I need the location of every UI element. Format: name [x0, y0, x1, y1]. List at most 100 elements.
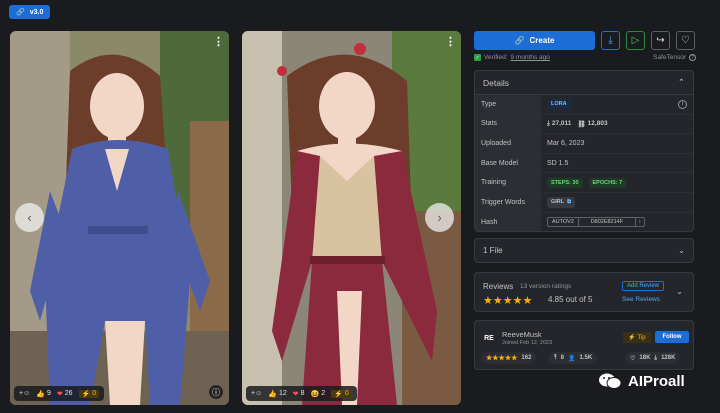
download-count-value: 27,011 [551, 120, 572, 128]
next-image-button[interactable]: › [425, 203, 454, 232]
detail-label: Uploaded [475, 134, 541, 153]
details-section: Details ⌃ Type LORA i Stats ⤓ 27,011 ⛓ 12,… [474, 70, 694, 232]
detail-label: Trigger Words [475, 192, 541, 212]
heart-count: 8 [300, 390, 305, 397]
bolt-icon: ⚡ [81, 390, 91, 398]
chevron-up-icon: ⌃ [677, 77, 685, 87]
link-icon: ⛓ [577, 120, 586, 128]
thumbs-up-icon: 👍 [36, 390, 45, 398]
like-reaction[interactable]: 👍 9 [36, 390, 51, 398]
chevron-down-icon: ⌄ [678, 246, 685, 255]
hash-selector[interactable]: AUTOV2 D802E8214F › [547, 217, 645, 228]
heart-reaction[interactable]: ❤ 8 [293, 390, 305, 398]
follow-button[interactable]: Follow [655, 331, 689, 343]
detail-label: Type [475, 95, 541, 114]
see-reviews-link[interactable]: See Reviews [622, 296, 660, 303]
user-icon: 👤 [568, 355, 576, 362]
laugh-reaction[interactable]: 😆 2 [311, 390, 326, 398]
detail-row-stats: Stats ⤓ 27,011 ⛓ 12,803 [475, 114, 693, 135]
verified-time-link[interactable]: 9 months ago [511, 54, 550, 61]
reaction-bar: +☺ 👍 9 ❤ 26 ⚡ 0 [14, 386, 105, 401]
detail-row-base-model: Base Model SD 1.5 [475, 153, 693, 174]
like-reaction[interactable]: 👍 12 [268, 390, 287, 398]
creator-stats-1: ⤒ 8 👤 1.5K [549, 352, 598, 364]
trigger-word-badge[interactable]: GIRL ⧉ [547, 196, 576, 208]
upload-icon: ⤒ [554, 354, 557, 361]
like-count: 12 [278, 390, 287, 397]
details-header[interactable]: Details ⌃ [475, 71, 693, 95]
generation-count: ⛓ 12,803 [577, 120, 607, 128]
wechat-icon [599, 373, 622, 389]
epochs-badge: EPOCHS: 7 [588, 177, 627, 188]
reviews-title: Reviews [483, 282, 514, 291]
creator-name[interactable]: ReeveMusk [502, 330, 542, 339]
image-info-icon[interactable]: ⓘ [209, 385, 223, 399]
safetensor-indicator: SafeTensor ? [653, 54, 696, 61]
add-review-button[interactable]: Add Review [622, 281, 665, 291]
chevron-down-icon[interactable]: ⌄ [676, 287, 683, 296]
create-label: Create [529, 36, 555, 45]
creator-rating: ★★★★★ 162 [481, 352, 537, 364]
laugh-icon: 😆 [310, 390, 320, 398]
detail-label: Hash [475, 212, 541, 231]
more-options-icon[interactable]: ⋮ [445, 35, 456, 48]
link-icon: 🔗 [16, 9, 25, 16]
verified-label: Verified: [484, 54, 508, 61]
download-icon: ⤓ [608, 35, 613, 46]
detail-row-trigger: Trigger Words GIRL ⧉ [475, 192, 693, 213]
thumbs-up-icon: 👍 [268, 390, 277, 398]
base-model-value: SD 1.5 [547, 159, 569, 167]
detail-label: Stats [475, 114, 541, 134]
run-button[interactable]: ▷ [626, 31, 645, 50]
version-badge[interactable]: 🔗 v3.0 [9, 5, 51, 19]
safetensor-label: SafeTensor [653, 54, 686, 61]
heart-icon: ❤ [292, 390, 299, 398]
add-reaction-button[interactable]: +☺ [251, 390, 262, 397]
share-icon: ↪ [656, 35, 665, 46]
uploaded-date: Mar 6, 2023 [547, 139, 585, 147]
trigger-word: GIRL [551, 199, 565, 206]
download-icon: ⤓ [547, 119, 550, 127]
favorites-count: 18K [639, 355, 651, 361]
detail-row-uploaded: Uploaded Mar 6, 2023 [475, 134, 693, 154]
heart-icon: ❤ [56, 390, 63, 398]
favorite-button[interactable]: ♡ [676, 31, 695, 50]
buzz-reaction[interactable]: ⚡ 0 [331, 389, 352, 398]
reviews-section: Reviews 13 version ratings ★★★★★ 4.85 ou… [474, 272, 694, 312]
heart-reaction[interactable]: ❤ 26 [57, 390, 73, 398]
watermark: AIProall [598, 372, 685, 390]
previous-image-button[interactable]: ‹ [15, 203, 44, 232]
chevron-right-icon[interactable]: › [634, 218, 644, 227]
download-count: ⤓ 27,011 [547, 120, 571, 128]
buzz-count: 0 [92, 390, 97, 397]
creator-stats-2: ♡ 18K ⤓ 128K [625, 352, 681, 364]
info-icon[interactable]: i [678, 99, 687, 109]
help-icon[interactable]: ? [689, 54, 696, 61]
add-reaction-button[interactable]: +☺ [19, 390, 30, 397]
hash-algorithm: AUTOV2 [548, 218, 579, 227]
check-icon: ✓ [474, 54, 481, 61]
files-label: 1 File [483, 246, 503, 255]
bolt-icon: ⚡ [334, 390, 343, 398]
heart-icon: ♡ [630, 355, 636, 362]
heart-count: 26 [64, 390, 73, 397]
create-button[interactable]: 🔗 Create [474, 31, 595, 50]
hash-value: D802E8214F [590, 219, 624, 226]
downloads-count: 128K [661, 355, 676, 361]
ratings-count: 13 version ratings [520, 283, 572, 290]
avatar[interactable]: RE [481, 331, 497, 345]
creator-card: RE ReeveMusk Joined Feb 12, 2023 ⚡ Tip F… [474, 320, 694, 370]
files-section[interactable]: 1 File ⌄ [474, 238, 694, 263]
download-button[interactable]: ⤓ [601, 31, 620, 50]
laugh-count: 2 [321, 390, 326, 397]
more-options-icon[interactable]: ⋮ [213, 35, 224, 48]
details-title: Details [483, 77, 509, 88]
uploads-count: 8 [560, 355, 564, 361]
tip-button[interactable]: ⚡ Tip [623, 332, 651, 343]
share-button[interactable]: ↪ [651, 31, 670, 50]
followers-count: 1.5K [579, 355, 593, 361]
buzz-reaction[interactable]: ⚡ 0 [78, 389, 100, 398]
chevron-left-icon: ‹ [27, 210, 32, 225]
type-badge: LORA [547, 99, 571, 110]
creator-rating-stars: ★★★★★ [486, 355, 518, 362]
